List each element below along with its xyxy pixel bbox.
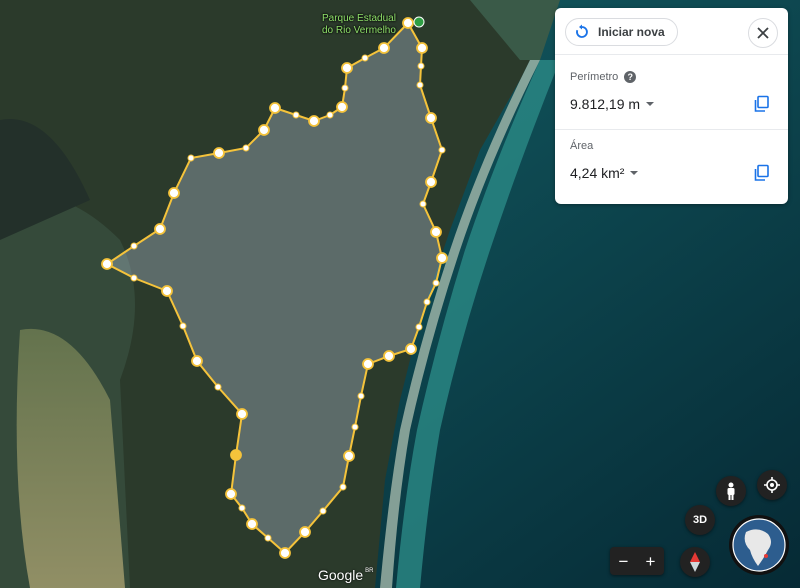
- copy-icon[interactable]: [753, 95, 771, 113]
- park-marker-icon[interactable]: [413, 16, 425, 28]
- measurement-vertex[interactable]: [213, 147, 225, 159]
- my-location-icon: [764, 477, 780, 493]
- divider: [555, 129, 788, 130]
- measurement-vertex[interactable]: [341, 62, 353, 74]
- measurement-vertex[interactable]: [425, 112, 437, 124]
- divider: [555, 54, 788, 55]
- measurement-vertex[interactable]: [246, 518, 258, 530]
- measurement-vertex[interactable]: [383, 350, 395, 362]
- measurement-vertex[interactable]: [326, 111, 334, 119]
- restart-label: Iniciar nova: [598, 25, 665, 39]
- google-logo: Google BR: [318, 567, 374, 583]
- measurement-vertex[interactable]: [419, 200, 427, 208]
- measurement-vertex[interactable]: [264, 534, 272, 542]
- measurement-vertex[interactable]: [402, 17, 414, 29]
- measurement-vertex[interactable]: [343, 450, 355, 462]
- zoom-out-button[interactable]: −: [616, 553, 632, 570]
- measurement-vertex[interactable]: [336, 101, 348, 113]
- restart-button[interactable]: Iniciar nova: [565, 18, 678, 46]
- pegman-icon: [727, 482, 735, 500]
- area-value: 4,24 km²: [570, 165, 625, 181]
- measurement-vertex[interactable]: [230, 449, 242, 461]
- close-icon: [757, 27, 769, 39]
- measurement-vertex[interactable]: [378, 42, 390, 54]
- help-icon[interactable]: ?: [624, 71, 637, 83]
- measurement-vertex[interactable]: [154, 223, 166, 235]
- measurement-vertex[interactable]: [308, 115, 320, 127]
- measurement-vertex[interactable]: [415, 323, 423, 331]
- perimeter-label-row: Perímetro ?: [570, 71, 637, 83]
- measurement-vertex[interactable]: [161, 285, 173, 297]
- chevron-down-icon: [646, 102, 655, 106]
- measurement-vertex[interactable]: [299, 526, 311, 538]
- measurement-vertex[interactable]: [423, 298, 431, 306]
- measurement-vertex[interactable]: [187, 154, 195, 162]
- google-logo-text: Google: [318, 567, 364, 583]
- measurement-vertex[interactable]: [130, 274, 138, 282]
- measurement-vertex[interactable]: [430, 226, 442, 238]
- measurement-vertex[interactable]: [242, 144, 250, 152]
- perimeter-label: Perímetro: [570, 71, 619, 83]
- area-label: Área: [570, 140, 594, 152]
- measurement-vertex[interactable]: [130, 242, 138, 250]
- measurement-vertex[interactable]: [405, 343, 417, 355]
- measurement-vertex[interactable]: [101, 258, 113, 270]
- measurement-vertex[interactable]: [191, 355, 203, 367]
- zoom-control: − +: [610, 547, 664, 575]
- compass-button[interactable]: [680, 547, 710, 577]
- restart-icon: [576, 24, 588, 38]
- measurement-vertex[interactable]: [438, 146, 446, 154]
- area-unit-dropdown[interactable]: 4,24 km²: [570, 165, 639, 181]
- measurement-vertex[interactable]: [361, 54, 369, 62]
- measurement-vertex[interactable]: [236, 408, 248, 420]
- perimeter-unit-dropdown[interactable]: 9.812,19 m: [570, 96, 655, 112]
- measurement-vertex[interactable]: [168, 187, 180, 199]
- copy-icon[interactable]: [753, 164, 771, 182]
- measurement-vertex[interactable]: [238, 504, 246, 512]
- measurement-vertex[interactable]: [416, 81, 424, 89]
- area-label-row: Área: [570, 140, 593, 152]
- measurement-vertex[interactable]: [258, 124, 270, 136]
- measurement-vertex[interactable]: [292, 111, 300, 119]
- pegman-button[interactable]: [716, 476, 746, 506]
- place-label-line1: Parque Estadual: [322, 13, 396, 24]
- close-button[interactable]: [748, 18, 778, 48]
- measurement-vertex[interactable]: [417, 62, 425, 70]
- measurement-vertex[interactable]: [225, 488, 237, 500]
- google-logo-region: BR: [365, 568, 374, 574]
- perimeter-value: 9.812,19 m: [570, 96, 641, 112]
- measurement-vertex[interactable]: [357, 392, 365, 400]
- measurement-vertex[interactable]: [416, 42, 428, 54]
- 3d-toggle-button[interactable]: 3D: [685, 505, 715, 535]
- measurement-vertex[interactable]: [341, 84, 349, 92]
- globe-icon[interactable]: [728, 514, 790, 576]
- measurement-vertex[interactable]: [425, 176, 437, 188]
- measurement-vertex[interactable]: [362, 358, 374, 370]
- zoom-in-button[interactable]: +: [643, 553, 659, 570]
- measurement-vertex[interactable]: [351, 423, 359, 431]
- measurement-vertex[interactable]: [432, 279, 440, 287]
- measurement-vertex[interactable]: [269, 102, 281, 114]
- place-label[interactable]: Parque Estadual do Rio Vermelho: [322, 13, 396, 37]
- compass-icon: [690, 552, 700, 572]
- my-location-button[interactable]: [757, 470, 787, 500]
- place-label-line2: do Rio Vermelho: [322, 25, 396, 36]
- chevron-down-icon: [630, 171, 639, 175]
- measurement-vertex[interactable]: [179, 322, 187, 330]
- measurement-vertex[interactable]: [214, 383, 222, 391]
- measurement-vertex[interactable]: [436, 252, 448, 264]
- measurement-vertex[interactable]: [279, 547, 291, 559]
- measure-panel: Iniciar nova Perímetro ? 9.812,19 m Área…: [555, 8, 788, 204]
- measurement-vertex[interactable]: [339, 483, 347, 491]
- measurement-vertex[interactable]: [319, 507, 327, 515]
